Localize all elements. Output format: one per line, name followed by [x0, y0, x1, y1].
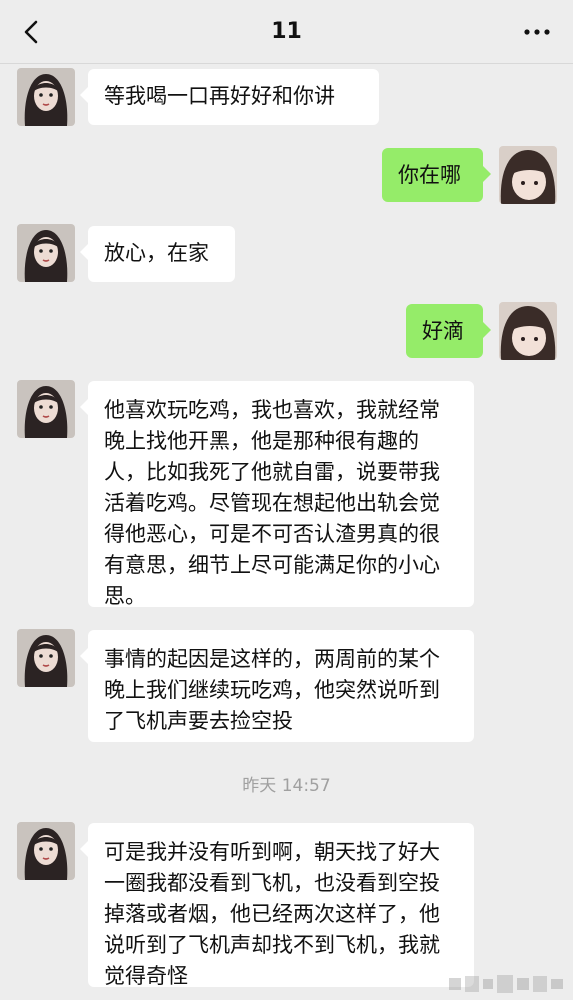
contact-avatar[interactable] — [17, 629, 75, 687]
watermark-pattern — [449, 975, 563, 993]
chat-timestamp: 昨天 14:57 — [242, 776, 331, 796]
contact-avatar[interactable] — [17, 68, 75, 126]
more-dots-icon[interactable] — [521, 18, 553, 46]
message-bubble: 你在哪 — [382, 148, 491, 202]
message-bubble: 等我喝一口再好好和你讲 — [80, 69, 379, 125]
contact-avatar[interactable] — [17, 822, 75, 880]
message-bubble: 他喜欢玩吃鸡，我也喜欢，我就经常晚上找他开黑，他是那种很有趣的人，比如我死了他就… — [80, 381, 474, 608]
contact-avatar[interactable] — [17, 380, 75, 438]
message-bubble: 事情的起因是这样的，两周前的某个晚上我们继续玩吃鸡，他突然说听到了飞机声要去捡空… — [80, 630, 474, 742]
message-bubble: 放心，在家 — [80, 226, 235, 282]
contact-avatar[interactable] — [17, 224, 75, 282]
chat-header: 11 — [0, 0, 573, 64]
chat-title: 11 — [271, 19, 302, 44]
self-avatar[interactable] — [499, 146, 557, 204]
message-bubble: 好滴 — [406, 304, 491, 358]
self-avatar[interactable] — [499, 302, 557, 360]
message-bubble: 可是我并没有听到啊，朝天找了好大一圈我都没看到飞机，也没看到空投掉落或者烟，他已… — [80, 823, 474, 988]
